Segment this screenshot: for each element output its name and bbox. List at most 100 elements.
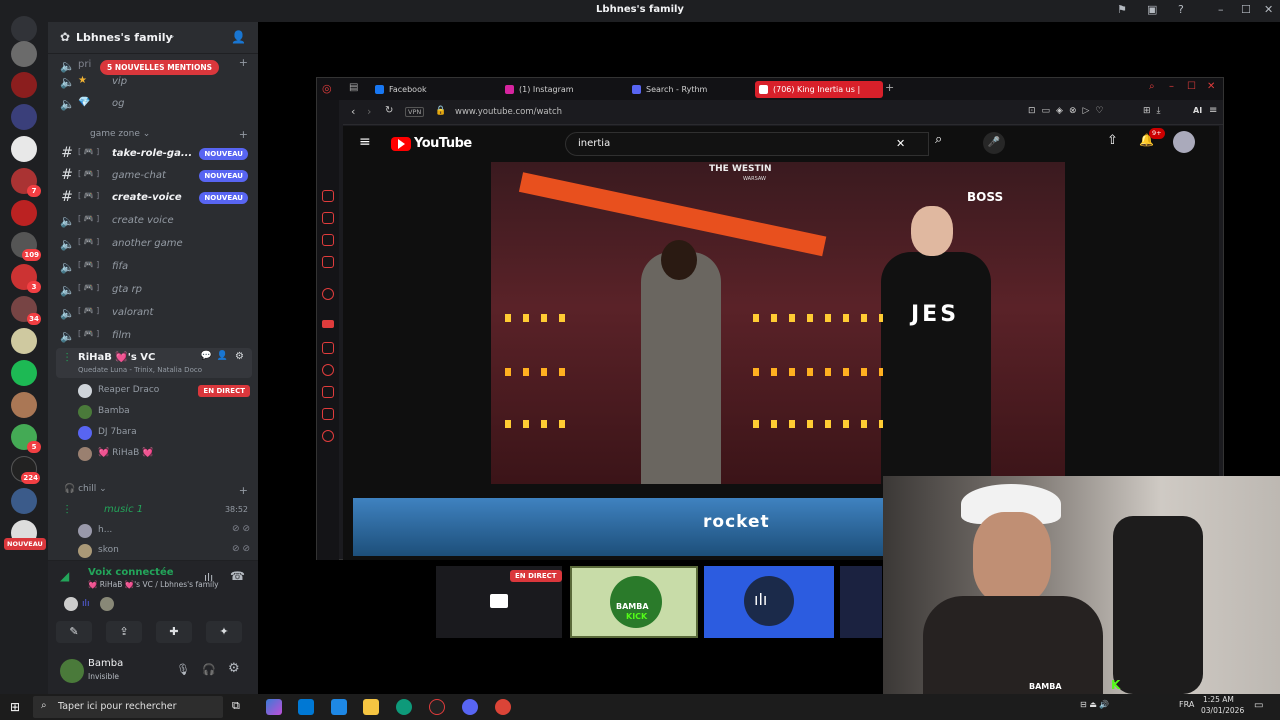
- voice-location[interactable]: 💓 RiHaB 💓's VC / Lbhnes's family: [88, 580, 219, 589]
- stream-thumbnail[interactable]: ılı: [704, 566, 834, 638]
- add-channel-icon[interactable]: +: [239, 128, 248, 141]
- server-icon[interactable]: 5: [11, 424, 41, 453]
- server-icon[interactable]: 7: [11, 168, 41, 197]
- inbox-icon[interactable]: ⚑: [1117, 3, 1127, 16]
- category-game-zone[interactable]: game zone ⌄: [60, 129, 150, 139]
- server-icon[interactable]: [11, 200, 37, 226]
- server-icon[interactable]: [11, 328, 37, 354]
- stream-thumbnail[interactable]: EN DIRECT: [436, 566, 562, 638]
- windows-start-icon[interactable]: ⊞: [10, 700, 20, 714]
- clear-search-icon[interactable]: ✕: [896, 137, 905, 150]
- server-icon[interactable]: 109: [11, 232, 41, 261]
- noise-suppression-icon[interactable]: ılı: [204, 571, 213, 584]
- microphone-icon[interactable]: 🎤: [983, 132, 1005, 154]
- new-tab-button[interactable]: +: [885, 81, 894, 94]
- disconnect-icon[interactable]: ☎: [230, 569, 245, 583]
- soundboard-button[interactable]: ✦: [206, 621, 242, 643]
- close-button[interactable]: ✕: [1264, 3, 1273, 16]
- language-indicator[interactable]: FRA: [1179, 700, 1194, 709]
- invite-icon[interactable]: 👤: [231, 30, 246, 44]
- tab-youtube-active[interactable]: (706) King Inertia us |: [755, 81, 883, 98]
- search-icon[interactable]: ⌕: [1149, 81, 1155, 92]
- close-button[interactable]: ✕: [1207, 81, 1215, 92]
- avatar[interactable]: [1173, 131, 1195, 153]
- channel-item[interactable]: 🔈[ 🎮 ] another game: [56, 234, 252, 254]
- hamburger-menu-icon[interactable]: ≡: [359, 134, 371, 150]
- download-icon[interactable]: [322, 386, 334, 398]
- server-icon[interactable]: 3: [11, 264, 41, 293]
- vc-member[interactable]: DJ 7bara: [78, 424, 254, 442]
- url-field[interactable]: www.youtube.com/watch: [455, 107, 562, 117]
- vc-member[interactable]: Reaper Draco EN DIRECT: [78, 382, 254, 400]
- server-icon[interactable]: [11, 41, 37, 67]
- server-icon[interactable]: 224: [11, 456, 40, 484]
- youtube-search-input[interactable]: inertia ✕: [565, 132, 929, 156]
- server-icon[interactable]: [11, 360, 37, 386]
- headphones-icon[interactable]: 🎧: [202, 663, 216, 676]
- sidebar-icon[interactable]: [322, 408, 334, 420]
- stream-thumbnail[interactable]: [840, 566, 882, 638]
- video-player[interactable]: THE WESTIN WARSAW BOSS JES: [491, 162, 1065, 484]
- vc-member[interactable]: h... ⊘ ⊘: [78, 522, 254, 540]
- sidebar-icon[interactable]: [322, 212, 334, 224]
- voice-channel-active[interactable]: ⫶ RiHaB 💓's VC Quedate Luna - Trinix, Na…: [56, 348, 252, 378]
- gear-icon[interactable]: ⚙: [235, 351, 244, 362]
- clock-date[interactable]: 03/01/2026: [1201, 706, 1244, 715]
- discord-home-icon[interactable]: [11, 16, 37, 42]
- server-icon[interactable]: [11, 72, 37, 98]
- screen-share-button[interactable]: ⇪: [106, 621, 142, 643]
- help-icon[interactable]: ?: [1178, 3, 1184, 16]
- reload-icon[interactable]: ↻: [385, 105, 393, 116]
- server-icon[interactable]: [11, 488, 37, 514]
- sidebar-icon[interactable]: [322, 190, 334, 202]
- copilot-icon[interactable]: [266, 699, 282, 715]
- voice-channel-vip[interactable]: 🔈 ★ vip: [56, 72, 252, 92]
- sidebar-icon[interactable]: [322, 288, 334, 300]
- toolbar-icons[interactable]: ⊡▭◈⊗▷♡: [1028, 106, 1110, 116]
- clock-time[interactable]: 1:25 AM: [1203, 695, 1234, 704]
- activities-button[interactable]: ✚: [156, 621, 192, 643]
- edge-icon[interactable]: [396, 699, 412, 715]
- tray-icons[interactable]: ⊟ ⏏ 🔊: [1080, 700, 1109, 709]
- tab-facebook[interactable]: Facebook: [375, 81, 427, 98]
- new-mentions-pill[interactable]: 5 NOUVELLES MENTIONS: [100, 60, 220, 75]
- avatar[interactable]: [60, 659, 84, 683]
- tab-manager-icon[interactable]: ▤: [349, 82, 358, 93]
- chrome-icon[interactable]: [495, 699, 511, 715]
- invite-icon[interactable]: 👤: [217, 351, 228, 361]
- server-icon[interactable]: [11, 392, 37, 418]
- camera-off-button[interactable]: ✎: [56, 621, 92, 643]
- minimize-button[interactable]: –: [1169, 81, 1174, 92]
- search-icon[interactable]: ⌕: [935, 132, 942, 147]
- channel-item[interactable]: # [ 🎮 ] take-role-ga... NOUVEAU: [56, 144, 252, 164]
- signal-icon[interactable]: ◢: [60, 569, 69, 583]
- channel-item[interactable]: 🔈[ 🎮 ] fifa: [56, 257, 252, 277]
- vc-member[interactable]: skon ⊘ ⊘: [78, 542, 254, 560]
- server-icon[interactable]: [11, 136, 37, 162]
- channel-item[interactable]: 🔈[ 🎮 ] film: [56, 326, 252, 346]
- add-channel-icon[interactable]: +: [239, 484, 248, 497]
- taskbar-search-input[interactable]: ⌕ Taper ici pour rechercher: [33, 696, 223, 718]
- maximize-button[interactable]: ☐: [1241, 3, 1251, 16]
- vc-member[interactable]: Bamba: [78, 403, 254, 421]
- chat-icon[interactable]: 💬: [201, 351, 212, 361]
- opera-gx-icon[interactable]: [429, 699, 445, 715]
- gear-icon[interactable]: [322, 430, 334, 442]
- channel-item[interactable]: 🔈[ 🎮 ] gta rp: [56, 280, 252, 300]
- channel-item[interactable]: # [ 🎮 ] game-chat NOUVEAU: [56, 166, 252, 186]
- category-chill[interactable]: 🎧 chill ⌄: [60, 484, 107, 494]
- stake-server-icon[interactable]: [11, 104, 37, 130]
- history-icon[interactable]: [322, 364, 334, 376]
- ad-banner[interactable]: rocket: [353, 498, 913, 556]
- channel-item[interactable]: 🔈[ 🎮 ] create voice: [56, 211, 252, 231]
- vpn-badge[interactable]: VPN: [405, 107, 425, 117]
- gear-icon[interactable]: ⚙: [228, 661, 240, 676]
- stream-thumbnail-bamba[interactable]: BAMBA KICK: [570, 566, 698, 638]
- notification-icon[interactable]: ▭: [1254, 700, 1263, 711]
- opera-gx-icon[interactable]: ◎: [322, 82, 332, 95]
- tab-rythm[interactable]: Search - Rythm: [632, 81, 707, 98]
- ai-button[interactable]: AI: [1193, 106, 1202, 115]
- minimize-button[interactable]: –: [1218, 3, 1224, 16]
- vc-member[interactable]: 💓 RiHaB 💓: [78, 445, 254, 463]
- heart-icon[interactable]: [322, 342, 334, 354]
